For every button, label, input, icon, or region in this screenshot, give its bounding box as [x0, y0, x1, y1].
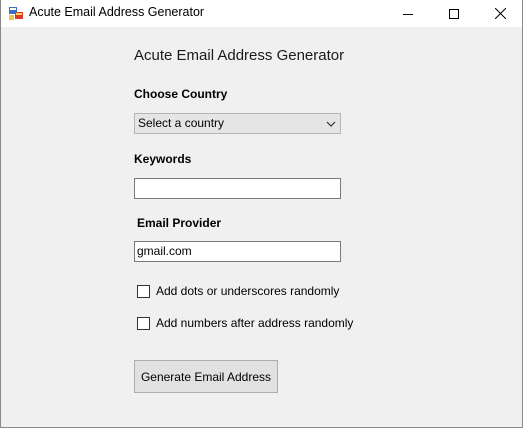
provider-label: Email Provider — [137, 216, 222, 230]
numbers-label[interactable]: Add numbers after address randomly — [156, 316, 353, 330]
dots-underscores-label[interactable]: Add dots or underscores randomly — [156, 284, 339, 298]
form-heading: Acute Email Address Generator — [134, 47, 345, 64]
window-title: Acute Email Address Generator — [29, 5, 205, 19]
maximize-icon — [449, 8, 459, 19]
title-bar[interactable]: Acute Email Address Generator — [1, 0, 522, 27]
provider-input-value: gmail.com — [137, 244, 192, 258]
numbers-checkbox[interactable] — [137, 317, 150, 330]
country-label: Choose Country — [134, 87, 228, 101]
keywords-input[interactable] — [134, 178, 341, 199]
app-window-icon — [9, 7, 23, 20]
close-button[interactable] — [477, 0, 522, 27]
keywords-label: Keywords — [134, 152, 192, 166]
minimize-button[interactable] — [385, 0, 431, 27]
minimize-icon — [403, 13, 413, 15]
dots-underscores-checkbox[interactable] — [137, 285, 150, 298]
app-window: Acute Email Address Generator Acute Emai… — [0, 0, 523, 428]
country-select-value: Select a country — [138, 116, 225, 130]
generate-email-button[interactable]: Generate Email Address — [134, 360, 278, 393]
form-area: Acute Email Address Generator Choose Cou… — [1, 27, 522, 427]
close-icon — [494, 8, 506, 19]
chevron-down-icon — [326, 121, 336, 127]
provider-input[interactable]: gmail.com — [134, 241, 341, 262]
maximize-button[interactable] — [431, 0, 477, 27]
country-select[interactable]: Select a country — [134, 113, 341, 134]
